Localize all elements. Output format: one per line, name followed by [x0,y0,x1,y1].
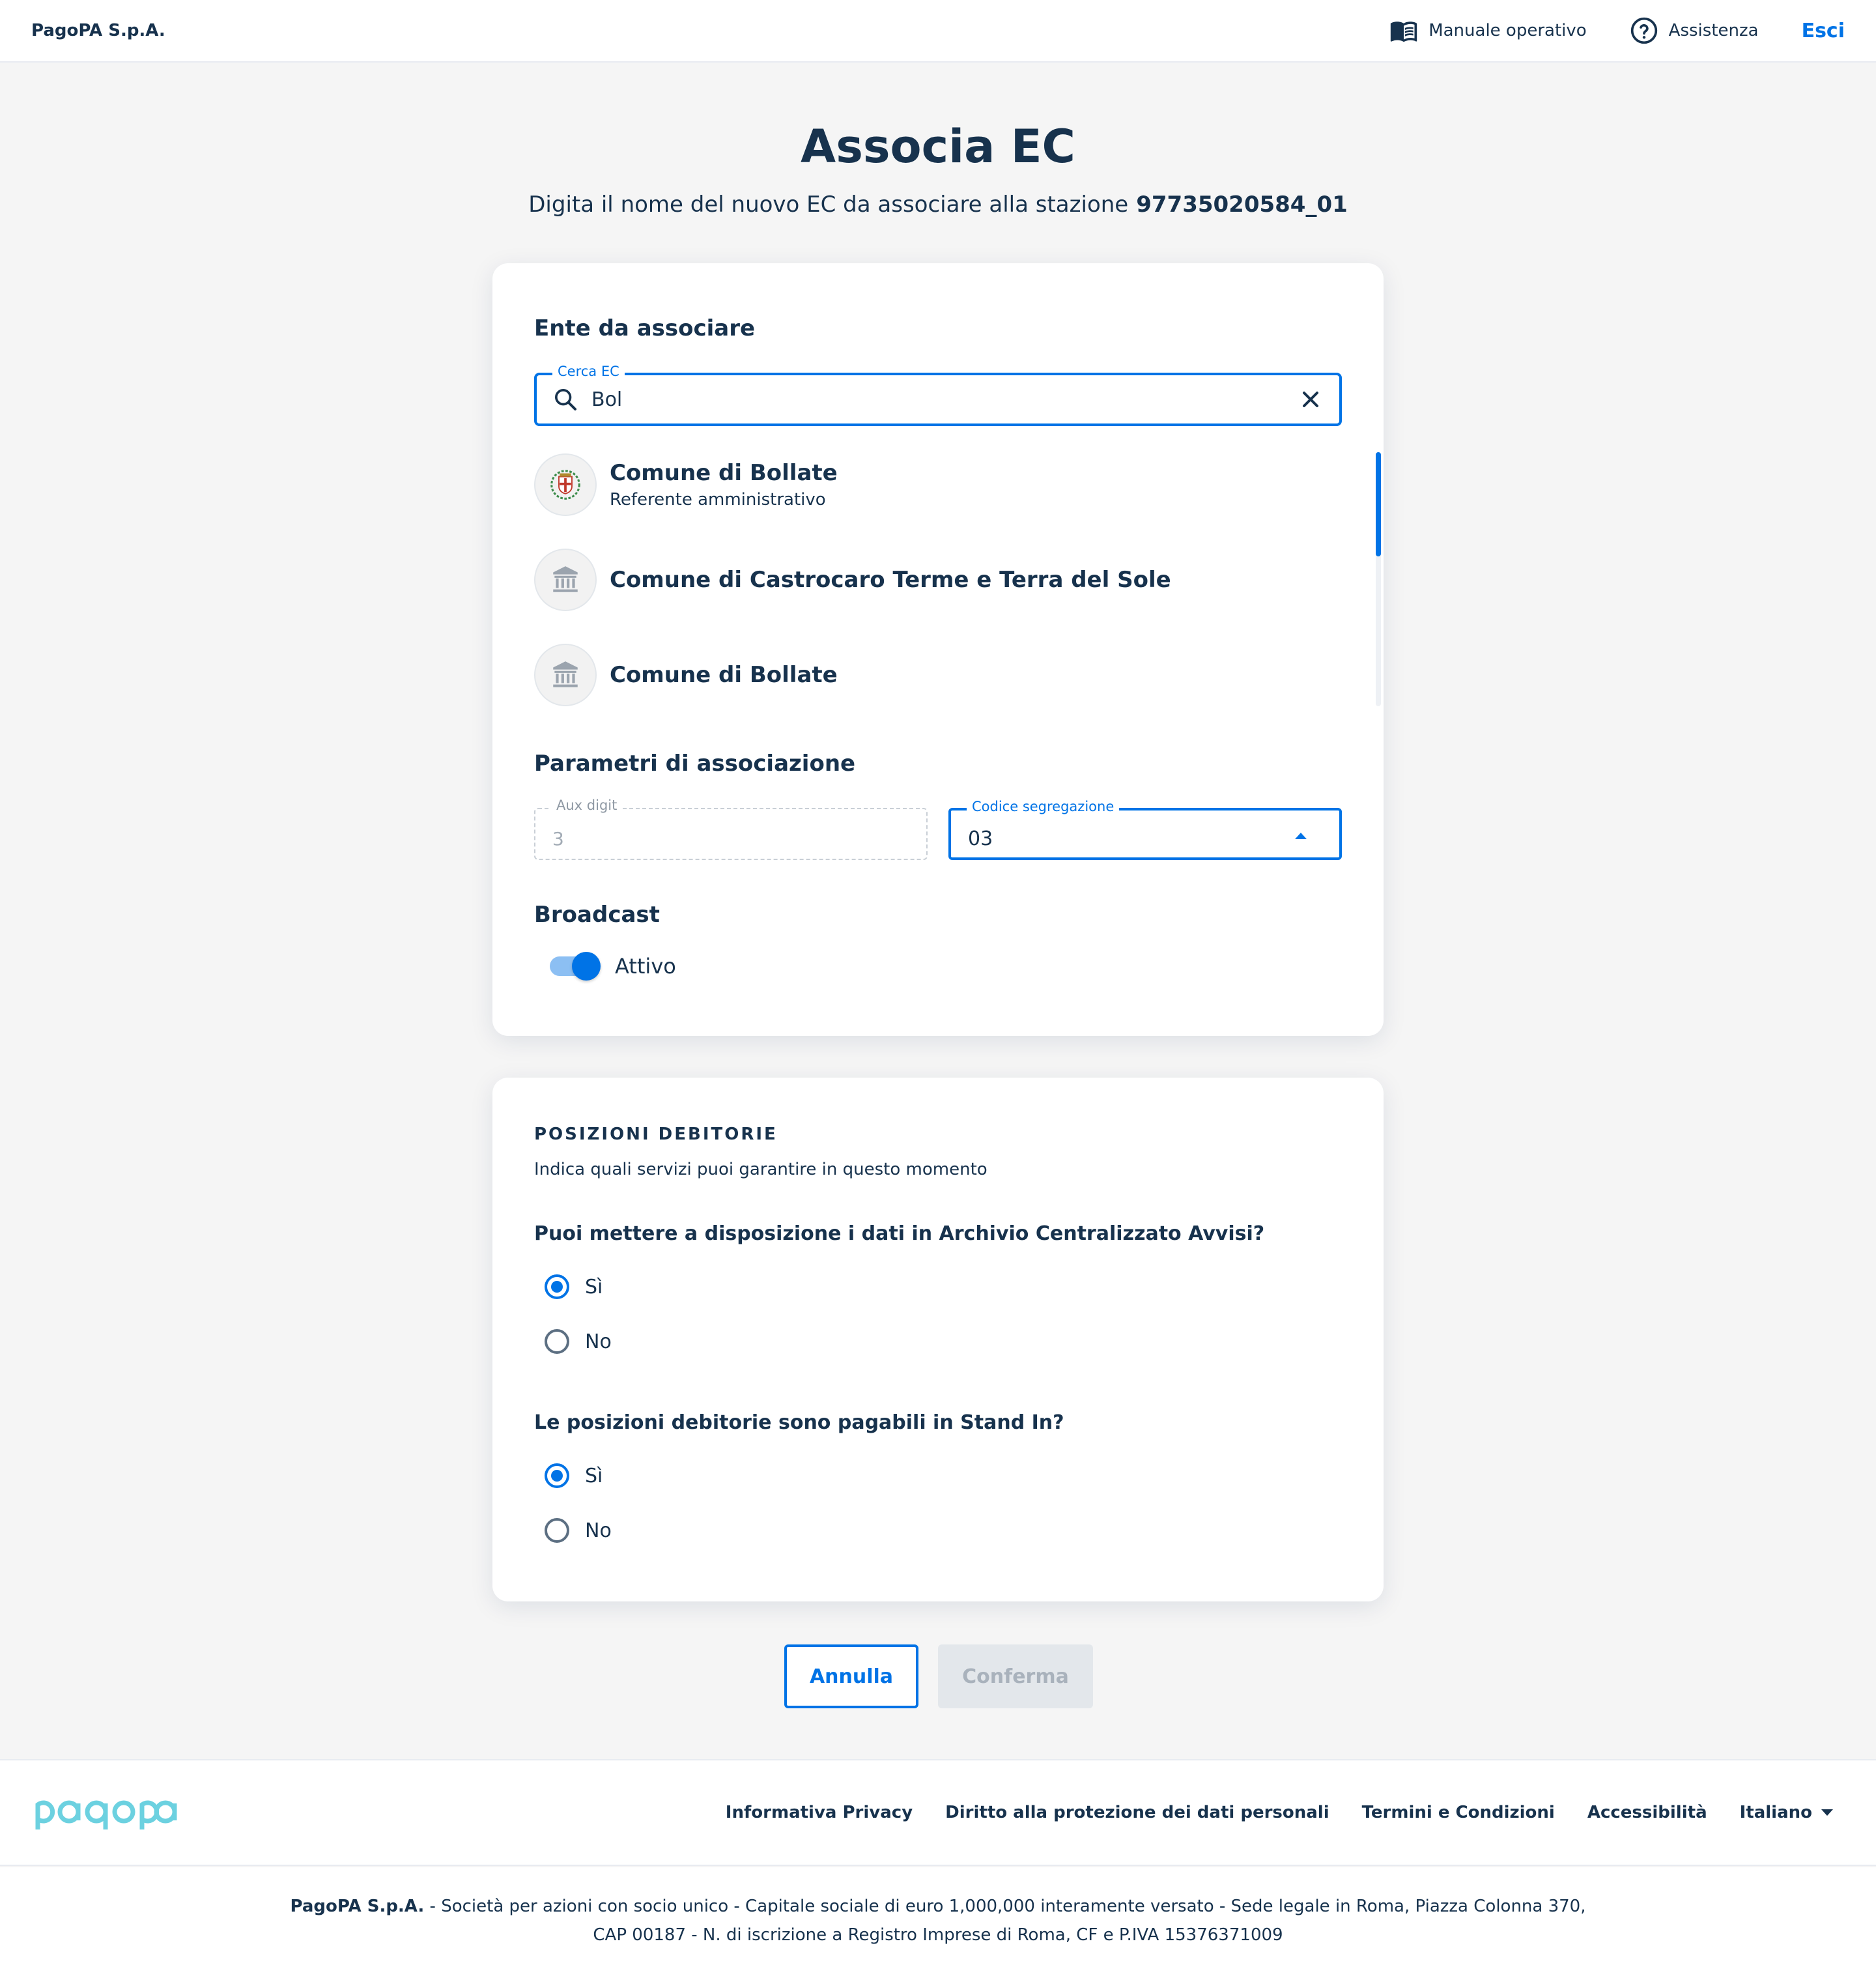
search-input[interactable]: Bol [591,388,1298,411]
footer-links: Informativa Privacy Diritto alla protezi… [726,1803,1845,1822]
radio-standin-no[interactable]: No [545,1518,612,1543]
data-protection-link[interactable]: Diritto alla protezione dei dati persona… [945,1803,1329,1822]
legal-line-2: CAP 00187 - N. di iscrizione a Registro … [593,1925,1283,1945]
brand-name: PagoPA S.p.A. [31,21,165,40]
question-aca: Puoi mettere a disposizione i dati in Ar… [534,1222,1265,1245]
list-item[interactable]: Comune di Castrocaro Terme e Terra del S… [534,547,1316,612]
radio-standin-yes[interactable]: Sì [545,1463,603,1488]
segregation-code-select[interactable]: Codice segregazione 03 [948,799,1342,860]
privacy-link[interactable]: Informativa Privacy [726,1803,913,1822]
language-label: Italiano [1739,1803,1812,1822]
result-name: Comune di Bollate [610,662,838,688]
manual-label: Manuale operativo [1428,21,1587,40]
params-heading: Parametri di associazione [534,751,856,777]
cancel-button[interactable]: Annulla [784,1644,918,1708]
radio-aca-no[interactable]: No [545,1329,612,1354]
search-icon [555,389,576,410]
radio-label: Sì [585,1464,603,1487]
list-item[interactable]: Comune di Bollate Referente amministrati… [534,452,1316,517]
legal-line-1: PagoPA S.p.A. - Società per azioni con s… [0,1892,1876,1921]
book-icon [1391,22,1417,42]
coat-of-arms-icon [550,470,580,500]
radio-checked-icon[interactable] [545,1274,569,1299]
segregation-value: 03 [968,827,993,850]
broadcast-label: Attivo [615,954,676,979]
segregation-legend: Codice segregazione [967,799,1120,814]
aux-digit-value: 3 [552,827,564,850]
result-role: Referente amministrativo [610,490,826,509]
company-name: PagoPA S.p.A. [290,1897,425,1916]
radio-aca-yes[interactable]: Sì [545,1274,603,1299]
language-select[interactable]: Italiano [1740,1803,1833,1822]
station-code: 97735020584_01 [1136,192,1348,218]
legal-info: PagoPA S.p.A. - Società per azioni con s… [0,1867,1876,1965]
broadcast-toggle[interactable] [550,952,601,981]
avatar [534,644,597,706]
logout-button[interactable]: Esci [1802,20,1845,42]
help-circle-icon [1630,17,1657,44]
search-legend: Cerca EC [552,364,625,379]
ente-heading: Ente da associare [534,315,756,341]
debt-description: Indica quali servizi puoi garantire in q… [534,1160,988,1179]
clear-icon[interactable] [1298,386,1324,412]
page-subtitle: Digita il nome del nuovo EC da associare… [0,192,1876,218]
result-name: Comune di Bollate [610,460,838,486]
aux-digit-legend: Aux digit [551,797,623,813]
radio-label: No [585,1519,612,1542]
toggle-knob [572,952,601,981]
footer: Informativa Privacy Diritto alla protezi… [0,1759,1876,1866]
radio-unchecked-icon[interactable] [545,1518,569,1543]
accessibility-link[interactable]: Accessibilità [1587,1803,1707,1822]
manual-link[interactable]: Manuale operativo [1389,16,1587,45]
broadcast-heading: Broadcast [534,902,660,928]
chevron-down-icon [1821,1809,1833,1816]
header-actions: Manuale operativo Assistenza Esci [1389,16,1845,45]
legal-text-1: - Società per azioni con socio unico - C… [424,1897,1586,1916]
institution-icon [553,566,578,592]
subtitle-text: Digita il nome del nuovo EC da associare… [528,192,1129,218]
question-stand-in: Le posizioni debitorie sono pagabili in … [534,1411,1064,1434]
result-name: Comune di Castrocaro Terme e Terra del S… [610,567,1171,593]
results-scrollbar[interactable] [1376,452,1381,706]
confirm-button[interactable]: Conferma [938,1644,1093,1708]
radio-label: No [585,1330,612,1353]
avatar [534,549,597,611]
aux-digit-field: Aux digit 3 [534,797,928,860]
institution-icon [553,661,578,687]
debt-positions-card: POSIZIONI DEBITORIE Indica quali servizi… [492,1078,1384,1601]
list-item[interactable]: Comune di Bollate [534,642,1316,708]
terms-link[interactable]: Termini e Condizioni [1362,1803,1555,1822]
help-link[interactable]: Assistenza [1630,16,1759,45]
pagopa-logo-icon [35,1800,177,1829]
debt-overline: POSIZIONI DEBITORIE [534,1125,778,1144]
pagopa-logo[interactable] [31,1790,181,1835]
search-results[interactable]: Comune di Bollate Referente amministrati… [534,452,1381,713]
scrollbar-thumb[interactable] [1376,452,1381,556]
avatar [534,453,597,516]
radio-unchecked-icon[interactable] [545,1329,569,1354]
help-label: Assistenza [1668,21,1759,40]
broadcast-toggle-row: Attivo [534,952,676,981]
top-bar: PagoPA S.p.A. Manuale operativo Assisten… [0,0,1876,63]
radio-checked-icon[interactable] [545,1463,569,1488]
search-ec-field[interactable]: Cerca EC Bol [534,364,1342,426]
page-title: Associa EC [801,120,1075,173]
chevron-up-icon [1295,833,1307,839]
radio-label: Sì [585,1275,603,1298]
association-card: Ente da associare Cerca EC Bol Comune di… [492,263,1384,1036]
